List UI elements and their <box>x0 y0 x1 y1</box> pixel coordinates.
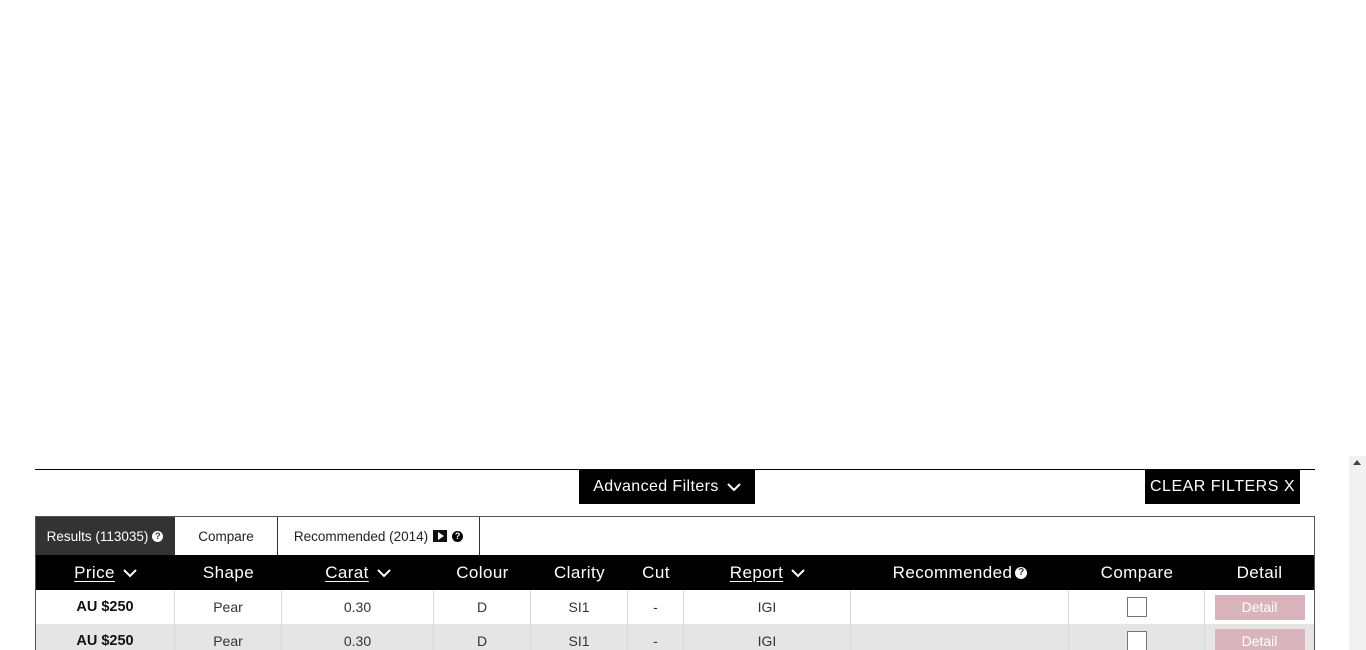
tab-results[interactable]: Results (113035) ? <box>36 517 175 555</box>
column-header-carat[interactable]: Carat <box>282 555 434 590</box>
compare-cell <box>1069 590 1205 624</box>
table-row[interactable]: AU $250 Pear 0.30 D SI1 - IGI Detail <box>36 590 1314 624</box>
tab-results-label: Results (113035) <box>46 528 149 544</box>
chevron-down-icon[interactable] <box>791 568 805 578</box>
carat-cell: 0.30 <box>282 590 434 624</box>
colour-cell: D <box>434 590 531 624</box>
detail-button[interactable]: Detail <box>1214 594 1305 620</box>
detail-cell: Detail <box>1205 590 1314 624</box>
results-tabs: Results (113035) ? Compare Recommended (… <box>36 517 480 555</box>
detail-cell: Detail <box>1205 624 1314 650</box>
report-cell: IGI <box>684 590 851 624</box>
column-header-price[interactable]: Price <box>36 555 175 590</box>
carat-sort-label[interactable]: Carat <box>325 563 369 583</box>
recommended-cell <box>851 624 1069 650</box>
tab-recommended-label: Recommended (2014) <box>293 528 429 544</box>
report-sort-label[interactable]: Report <box>730 563 783 583</box>
cut-cell: - <box>628 624 684 650</box>
help-icon[interactable]: ? <box>1015 566 1028 579</box>
price-cell: AU $250 <box>36 624 175 650</box>
column-header-recommended: Recommended ? <box>851 555 1069 590</box>
clarity-cell: SI1 <box>531 590 628 624</box>
recommended-header-label: Recommended <box>892 562 1013 582</box>
scroll-up-arrow-icon[interactable] <box>1353 460 1361 465</box>
compare-cell <box>1069 624 1205 650</box>
column-header-compare: Compare <box>1100 562 1174 582</box>
price-cell: AU $250 <box>36 590 175 624</box>
shape-cell: Pear <box>175 590 282 624</box>
shape-cell: Pear <box>175 624 282 650</box>
column-header-clarity: Clarity <box>554 562 605 582</box>
column-header-detail: Detail <box>1236 562 1283 582</box>
tab-compare[interactable]: Compare <box>175 517 278 555</box>
cut-cell: - <box>628 590 684 624</box>
compare-checkbox[interactable] <box>1126 631 1147 650</box>
help-icon[interactable]: ? <box>152 530 164 542</box>
clear-filters-button[interactable]: CLEAR FILTERS X <box>1145 469 1300 504</box>
column-header-shape: Shape <box>202 562 255 582</box>
tab-compare-label: Compare <box>198 528 254 544</box>
chevron-down-icon <box>727 483 741 492</box>
detail-button[interactable]: Detail <box>1214 628 1305 650</box>
compare-checkbox[interactable] <box>1126 597 1147 617</box>
colour-cell: D <box>434 624 531 650</box>
video-play-icon[interactable] <box>433 530 448 542</box>
table-row[interactable]: AU $250 Pear 0.30 D SI1 - IGI Detail <box>36 624 1314 650</box>
column-header-colour: Colour <box>456 562 509 582</box>
chevron-down-icon[interactable] <box>377 568 391 578</box>
column-header-cut: Cut <box>642 562 670 582</box>
table-header-row: Price Shape Carat Colour Clarity Cut Rep… <box>36 555 1314 590</box>
advanced-filters-label: Advanced Filters <box>593 478 719 495</box>
page-scrollbar[interactable] <box>1349 456 1366 650</box>
help-icon[interactable]: ? <box>452 530 464 542</box>
recommended-cell <box>851 590 1069 624</box>
carat-cell: 0.30 <box>282 624 434 650</box>
tab-recommended[interactable]: Recommended (2014) ? <box>278 517 480 555</box>
advanced-filters-button[interactable]: Advanced Filters <box>579 470 755 504</box>
report-cell: IGI <box>684 624 851 650</box>
price-sort-label[interactable]: Price <box>74 563 115 583</box>
clarity-cell: SI1 <box>531 624 628 650</box>
column-header-report[interactable]: Report <box>684 555 851 590</box>
chevron-down-icon[interactable] <box>123 568 137 578</box>
